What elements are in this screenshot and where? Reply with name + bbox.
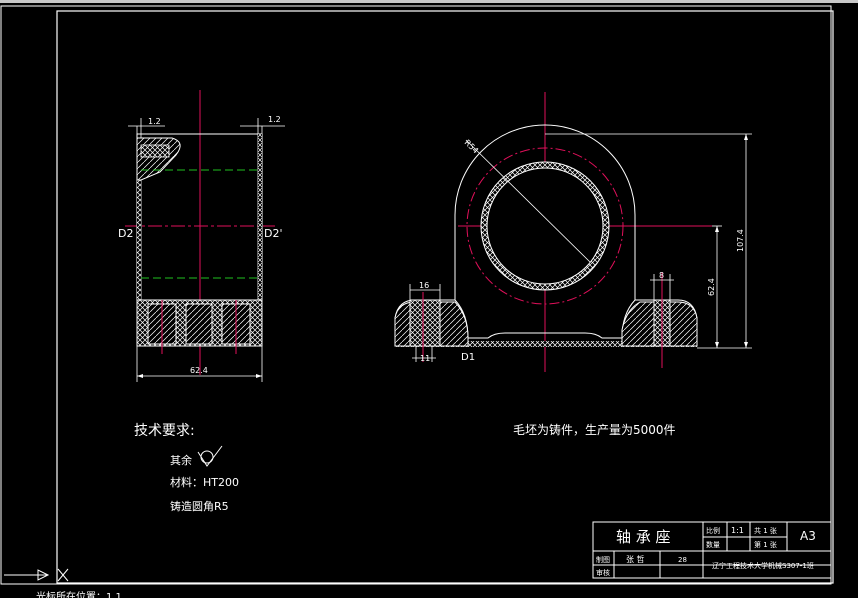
- drawer-name: 张 哲: [626, 555, 645, 564]
- top-window-strip: [0, 0, 858, 3]
- dim-radius: R54: [463, 138, 481, 155]
- sheet-total: 共 1 张: [754, 526, 777, 535]
- dim-left-lug-width: 16: [419, 281, 429, 290]
- dim-right-lug-hole: 8: [659, 271, 664, 280]
- cad-drawing-canvas: 1.2 1.2 D2 D2' 62.4 R54 107.4 62.4 16 11…: [0, 0, 858, 598]
- tech-req-fillet: 铸造圆角R5: [170, 499, 229, 513]
- dim-left-lug-hole: 11: [420, 354, 430, 363]
- dim-top-left: 1.2: [148, 117, 161, 126]
- tech-req-title: 技术要求:: [134, 423, 195, 439]
- top-boss-section: [136, 137, 181, 181]
- school-class: 辽宁工程技术大学机械S307-1班: [712, 561, 814, 570]
- tech-req-material: 材料：HT200: [170, 475, 239, 489]
- label-d1: D1: [461, 352, 475, 363]
- label-d2: D2: [118, 227, 133, 240]
- roughness-symbol-icon: [197, 445, 223, 467]
- production-note: 毛坯为铸件，生产量为5000件: [513, 422, 676, 437]
- sheet-number: 第 1 张: [754, 540, 777, 549]
- checked-by-label: 审核: [596, 568, 610, 577]
- scale-value: 1:1: [731, 526, 744, 535]
- dim-bottom-width: 62.4: [190, 366, 208, 375]
- part-name: 轴 承 座: [616, 528, 671, 546]
- scale-label: 比例: [706, 526, 720, 535]
- dim-top-right: 1.2: [268, 115, 281, 124]
- label-d2-prime: D2': [264, 227, 283, 240]
- dim-total-height: 107.4: [736, 229, 745, 252]
- quantity-label: 数量: [706, 540, 720, 549]
- sheet-size: A3: [800, 529, 816, 543]
- dim-center-height: 62.4: [707, 278, 716, 296]
- left-section-view: [125, 90, 285, 382]
- drawn-by-label: 制图: [596, 555, 610, 564]
- tech-req-rest: 其余: [170, 453, 192, 467]
- ucs-axis-icon: [4, 568, 69, 582]
- command-line-text: 光标所在位置：1 1: [36, 590, 122, 598]
- drawer-number: 28: [678, 556, 687, 564]
- right-front-view: [394, 92, 752, 372]
- command-line-area[interactable]: [0, 588, 858, 598]
